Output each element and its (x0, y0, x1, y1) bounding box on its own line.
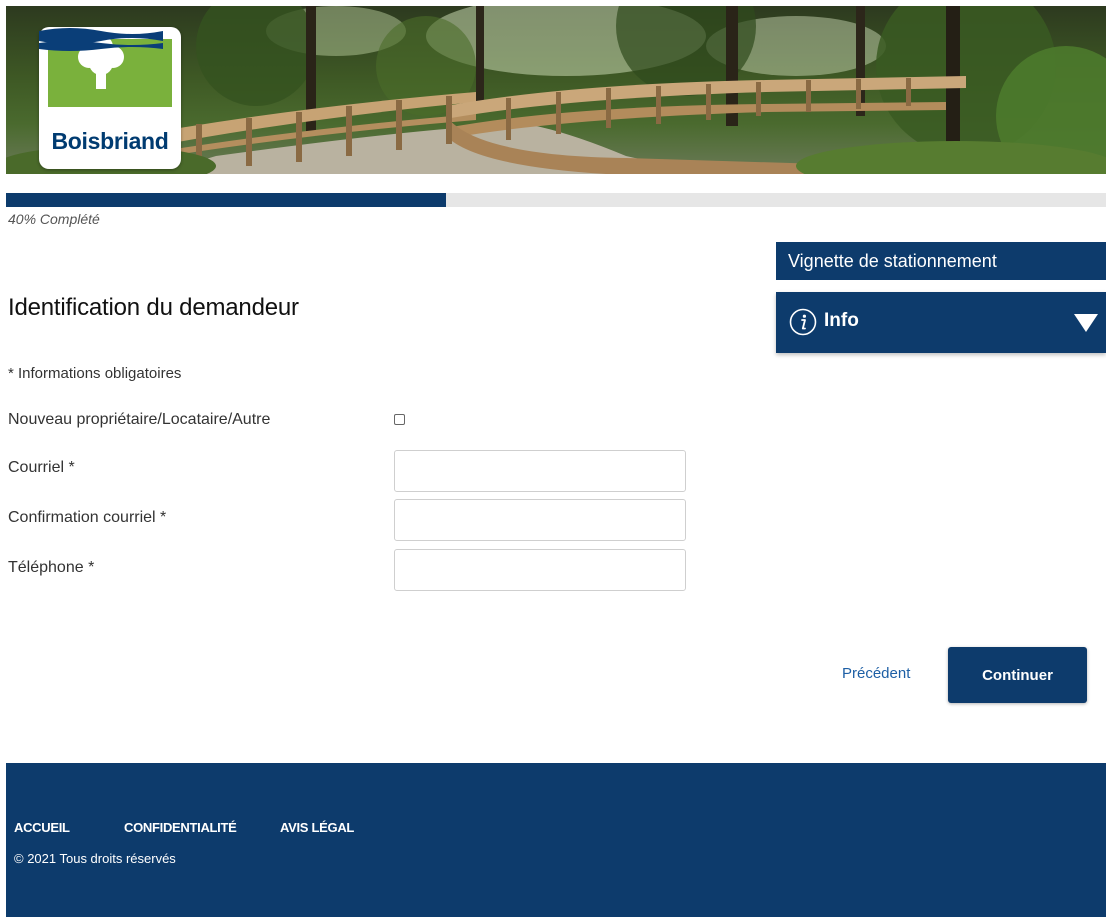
copyright-text: © 2021 Tous droits réservés (14, 851, 176, 866)
logo-water-wave (39, 28, 163, 51)
continue-button[interactable]: Continuer (948, 647, 1087, 703)
footer: ACCUEIL CONFIDENTIALITÉ AVIS LÉGAL © 202… (6, 763, 1106, 917)
email-confirmation-label: Confirmation courriel * (8, 509, 167, 526)
footer-link-privacy[interactable]: CONFIDENTIALITÉ (124, 820, 237, 835)
triangle-down-icon (1074, 314, 1098, 332)
logo-text: Boisbriand (51, 128, 169, 154)
progress-bar (6, 193, 1106, 207)
phone-field[interactable] (394, 549, 686, 591)
required-fields-note: * Informations obligatoires (8, 365, 182, 382)
progress-bar-fill (6, 193, 446, 207)
info-icon (789, 308, 817, 336)
new-owner-checkbox[interactable] (394, 414, 405, 425)
info-accordion-toggle[interactable]: Info (776, 292, 1106, 353)
email-field[interactable] (394, 450, 686, 492)
footer-link-legal[interactable]: AVIS LÉGAL (280, 820, 354, 835)
boisbriand-logo[interactable]: Boisbriand (39, 27, 181, 169)
phone-label: Téléphone * (8, 559, 95, 576)
email-confirmation-field[interactable] (394, 499, 686, 541)
new-owner-label: Nouveau propriétaire/Locataire/Autre (8, 411, 271, 428)
previous-link[interactable]: Précédent (842, 665, 910, 682)
footer-link-home[interactable]: ACCUEIL (14, 820, 70, 835)
side-panel-title: Vignette de stationnement (776, 242, 1106, 280)
progress-label: 40% Complété (8, 211, 100, 227)
page-title: Identification du demandeur (8, 294, 299, 321)
email-label: Courriel * (8, 459, 75, 476)
header-banner: Boisbriand (6, 6, 1106, 174)
info-label: Info (824, 310, 859, 331)
